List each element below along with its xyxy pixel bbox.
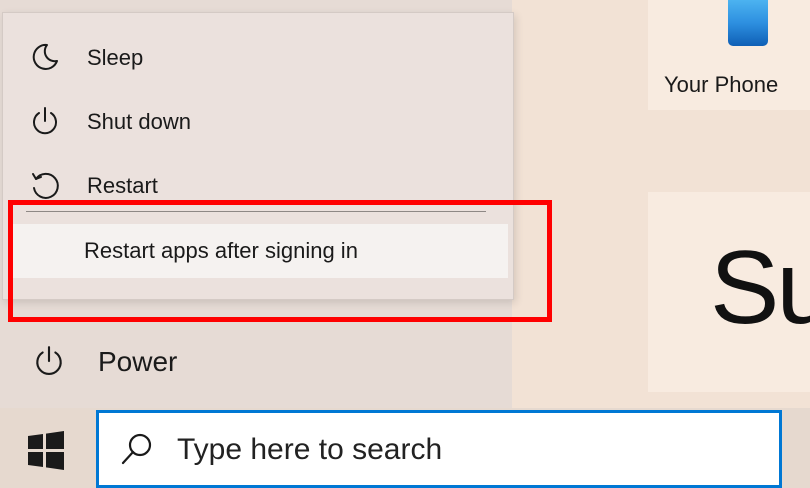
windows-logo-icon[interactable] — [26, 430, 66, 470]
menu-item-sleep-label: Sleep — [87, 45, 144, 70]
tile-partial[interactable]: Su — [648, 192, 810, 392]
moon-icon — [32, 43, 58, 70]
menu-item-shut-down-label: Shut down — [87, 109, 191, 134]
power-button-label: Power — [98, 346, 178, 377]
power-icon — [33, 107, 57, 135]
search-placeholder: Type here to search — [177, 433, 443, 466]
search-icon — [121, 433, 152, 465]
power-button[interactable]: Power — [0, 332, 512, 392]
highlight-box — [8, 200, 552, 322]
phone-icon — [728, 0, 768, 46]
tile-partial-text: Su — [710, 230, 810, 346]
menu-item-restart-label: Restart — [87, 173, 158, 198]
restart-icon — [32, 172, 59, 199]
tile-your-phone-label: Your Phone — [664, 72, 779, 97]
power-icon — [36, 346, 62, 376]
menu-item-shut-down[interactable]: Shut down — [3, 91, 513, 151]
menu-item-sleep[interactable]: Sleep — [3, 27, 513, 87]
search-box[interactable]: Type here to search — [96, 410, 782, 488]
taskbar: Type here to search — [0, 408, 810, 488]
